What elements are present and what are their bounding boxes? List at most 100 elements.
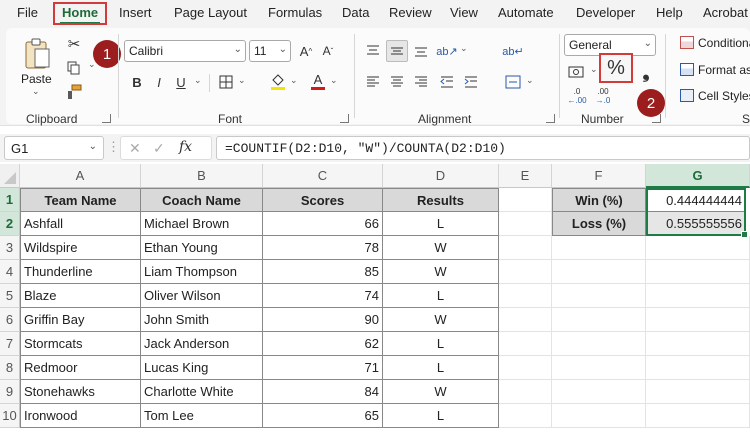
table-header-team[interactable]: Team Name: [20, 188, 141, 212]
table-cell[interactable]: Thunderline: [20, 260, 141, 284]
increase-indent-icon[interactable]: [460, 72, 482, 92]
fill-handle[interactable]: [741, 231, 748, 238]
row-header[interactable]: 6: [0, 308, 20, 332]
column-header-f[interactable]: F: [552, 164, 646, 188]
cell-f8[interactable]: [552, 356, 646, 380]
align-left-icon[interactable]: [362, 72, 384, 92]
row-header[interactable]: 3: [0, 236, 20, 260]
align-middle-icon[interactable]: [386, 40, 408, 62]
merge-center-icon[interactable]: [502, 72, 524, 92]
table-cell[interactable]: W: [383, 236, 499, 260]
paste-icon[interactable]: [20, 34, 54, 72]
table-cell[interactable]: 62: [263, 332, 383, 356]
paste-label[interactable]: Paste: [21, 72, 52, 86]
table-cell[interactable]: Blaze: [20, 284, 141, 308]
format-painter-icon[interactable]: [64, 82, 84, 102]
paste-chevron-icon[interactable]: ⌄: [32, 86, 40, 97]
table-header-coach[interactable]: Coach Name: [141, 188, 263, 212]
cancel-icon[interactable]: ✕: [129, 140, 141, 157]
table-cell[interactable]: Ethan Young: [141, 236, 263, 260]
table-cell[interactable]: W: [383, 308, 499, 332]
column-header-c[interactable]: C: [263, 164, 383, 188]
win-percent-value[interactable]: 0.444444444: [646, 188, 746, 212]
row-header[interactable]: 1: [0, 188, 20, 212]
fill-color-icon[interactable]: [268, 72, 288, 92]
cell-g4[interactable]: [646, 260, 750, 284]
table-cell[interactable]: L: [383, 356, 499, 380]
align-center-icon[interactable]: [386, 72, 408, 92]
cell-g3[interactable]: [646, 236, 750, 260]
cell-f3[interactable]: [552, 236, 646, 260]
font-color-chevron-icon[interactable]: ⌄: [330, 75, 338, 86]
font-color-icon[interactable]: A: [308, 70, 328, 92]
menu-acrobat[interactable]: Acrobat: [703, 5, 748, 20]
row-header[interactable]: 4: [0, 260, 20, 284]
table-cell[interactable]: Liam Thompson: [141, 260, 263, 284]
cell-e7[interactable]: [499, 332, 552, 356]
insert-function-icon[interactable]: fx: [179, 139, 192, 155]
table-cell[interactable]: 65: [263, 404, 383, 428]
menu-page-layout[interactable]: Page Layout: [174, 5, 247, 20]
borders-chevron-icon[interactable]: ⌄: [238, 75, 246, 86]
menu-help[interactable]: Help: [656, 5, 683, 20]
column-header-b[interactable]: B: [141, 164, 263, 188]
cell-f7[interactable]: [552, 332, 646, 356]
cell-e6[interactable]: [499, 308, 552, 332]
table-cell[interactable]: Michael Brown: [141, 212, 263, 236]
table-cell[interactable]: Griffin Bay: [20, 308, 141, 332]
table-cell[interactable]: 90: [263, 308, 383, 332]
win-percent-label[interactable]: Win (%): [552, 188, 646, 212]
font-size-dropdown[interactable]: 11 ⌄: [249, 40, 291, 62]
table-cell[interactable]: 66: [263, 212, 383, 236]
column-header-e[interactable]: E: [499, 164, 552, 188]
table-header-scores[interactable]: Scores: [263, 188, 383, 212]
align-right-icon[interactable]: [410, 72, 432, 92]
table-cell[interactable]: W: [383, 260, 499, 284]
align-top-icon[interactable]: [362, 40, 384, 62]
select-all-corner[interactable]: [0, 164, 20, 188]
copy-icon[interactable]: [64, 58, 84, 78]
cell-f5[interactable]: [552, 284, 646, 308]
cell-e9[interactable]: [499, 380, 552, 404]
menu-developer[interactable]: Developer: [576, 5, 635, 20]
cell-e1[interactable]: [499, 188, 552, 212]
cell-e2[interactable]: [499, 212, 552, 236]
row-header[interactable]: 5: [0, 284, 20, 308]
loss-percent-label[interactable]: Loss (%): [552, 212, 646, 236]
table-cell[interactable]: John Smith: [141, 308, 263, 332]
grow-font-icon[interactable]: A ^: [296, 41, 316, 61]
shrink-font-icon[interactable]: Aˇ: [318, 41, 338, 61]
menu-automate[interactable]: Automate: [498, 5, 554, 20]
table-cell[interactable]: Tom Lee: [141, 404, 263, 428]
alignment-launcher-icon[interactable]: [546, 114, 555, 123]
menu-insert[interactable]: Insert: [119, 5, 152, 20]
orientation-chevron-icon[interactable]: ⌄: [460, 43, 468, 54]
row-header[interactable]: 8: [0, 356, 20, 380]
fill-color-chevron-icon[interactable]: ⌄: [290, 75, 298, 86]
row-header[interactable]: 7: [0, 332, 20, 356]
column-header-g[interactable]: G: [646, 164, 750, 188]
table-cell[interactable]: Stonehawks: [20, 380, 141, 404]
table-cell[interactable]: L: [383, 284, 499, 308]
italic-button[interactable]: I: [150, 72, 168, 92]
cell-f10[interactable]: [552, 404, 646, 428]
merge-chevron-icon[interactable]: ⌄: [526, 75, 534, 86]
table-cell[interactable]: Ashfall: [20, 212, 141, 236]
cell-e8[interactable]: [499, 356, 552, 380]
cell-e4[interactable]: [499, 260, 552, 284]
cut-icon[interactable]: ✂: [64, 34, 84, 54]
accounting-format-icon[interactable]: [566, 62, 586, 82]
cell-g5[interactable]: [646, 284, 750, 308]
name-box[interactable]: G1 ⌄: [4, 136, 104, 160]
table-cell[interactable]: Wildspire: [20, 236, 141, 260]
accounting-chevron-icon[interactable]: ⌄: [590, 64, 598, 75]
cell-styles-button[interactable]: Cell Styles: [680, 89, 750, 103]
table-cell[interactable]: 84: [263, 380, 383, 404]
clipboard-launcher-icon[interactable]: [102, 114, 111, 123]
orientation-icon[interactable]: ab↗: [436, 40, 458, 62]
loss-percent-value[interactable]: 0.555555556: [646, 212, 746, 236]
table-cell[interactable]: 71: [263, 356, 383, 380]
column-header-a[interactable]: A: [20, 164, 141, 188]
borders-icon[interactable]: [216, 72, 236, 92]
cell-f9[interactable]: [552, 380, 646, 404]
